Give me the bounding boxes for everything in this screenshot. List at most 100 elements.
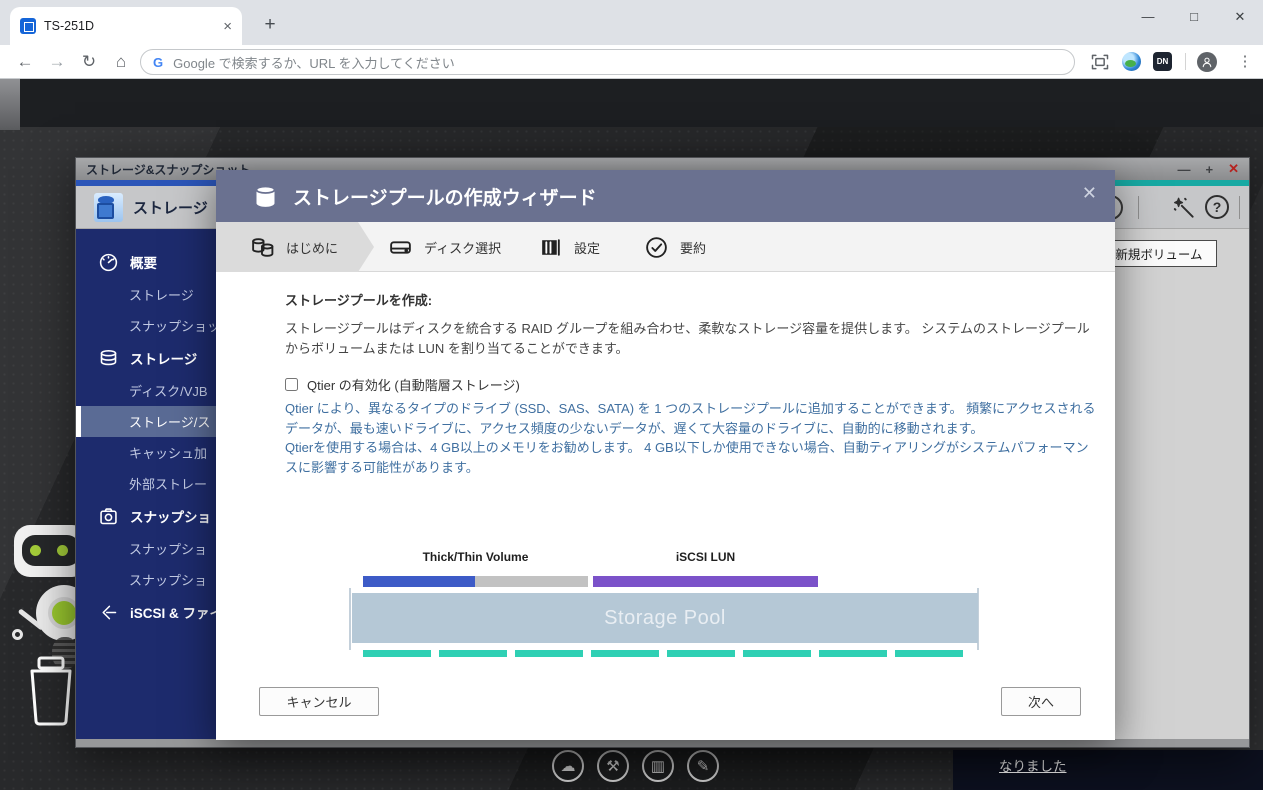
browser-window-controls: — □ ✕ [1125, 0, 1263, 38]
desktop-dock: ☁ ⚒ ▥ ✎ [552, 750, 719, 782]
sidebar-item-snapshots-2[interactable]: スナップショ [76, 564, 221, 595]
tab-close-icon[interactable]: × [223, 18, 232, 35]
reload-icon[interactable]: ↻ [74, 45, 104, 78]
sidebar-label: スナップショ [129, 539, 207, 558]
sidebar-label: iSCSI & ファイ [130, 602, 221, 622]
disk-segment [439, 650, 507, 657]
sidebar-label: 概要 [130, 252, 157, 272]
sidebar-section-snapshots[interactable]: スナップショ [76, 499, 221, 533]
volume-bar-free [475, 576, 588, 587]
step-label: 要約 [680, 238, 706, 257]
lun-diagram-label: iSCSI LUN [593, 550, 818, 564]
sidebar-label: キャッシュ加 [129, 443, 207, 462]
notes-icon[interactable]: ✎ [687, 750, 719, 782]
step-label: ディスク選択 [424, 238, 501, 257]
notification-toast[interactable]: なりました [953, 750, 1263, 790]
new-volume-button[interactable]: 新規ボリューム [1101, 240, 1217, 267]
volume-diagram-label: Thick/Thin Volume [363, 550, 588, 564]
browser-profile-avatar[interactable] [1197, 52, 1217, 72]
browser-addressbar: ← → ↻ ⌂ G Google で検索するか、URL を入力してください DN… [0, 45, 1263, 79]
forward-icon[interactable]: → [42, 45, 72, 78]
url-input[interactable]: G Google で検索するか、URL を入力してください [140, 49, 1075, 75]
qtier-description: Qtier により、異なるタイプのドライブ (SSD、SAS、SATA) を 1… [285, 399, 1099, 477]
qtier-checkbox[interactable] [285, 378, 298, 391]
sidebar-section-iscsi[interactable]: iSCSI & ファイ [76, 595, 221, 629]
hybrid-cloud-icon[interactable]: ☁ [552, 750, 584, 782]
dialog-header: ストレージプールの作成ウィザード ✕ [216, 170, 1115, 222]
browser-tab[interactable]: TS-251D × [10, 7, 242, 45]
disk-segment [667, 650, 735, 657]
cylinders-icon [250, 235, 275, 260]
storage-pool-box: Storage Pool [352, 593, 978, 643]
sidebar-label: ストレージ [130, 348, 197, 368]
storage-pool-label: Storage Pool [604, 607, 726, 630]
window-close-button[interactable]: ✕ [1217, 0, 1263, 38]
sidebar-item-storage-overview[interactable]: ストレージ [76, 279, 221, 310]
drive-icon [388, 235, 413, 260]
pool-bracket-left [349, 588, 351, 650]
tools-icon[interactable]: ⚒ [597, 750, 629, 782]
app-maximize-button[interactable]: + [1206, 162, 1214, 177]
sidebar-section-storage[interactable]: ストレージ [76, 341, 221, 375]
home-icon[interactable]: ⌂ [106, 45, 136, 78]
next-button[interactable]: 次へ [1001, 687, 1081, 716]
disk-segments [363, 650, 963, 657]
screen: TS-251D × + — □ ✕ ← → ↻ ⌂ G Google で検索する… [0, 0, 1263, 790]
sidebar-item-storage-snapshots[interactable]: ストレージ/ス [76, 406, 221, 437]
background-window-fragment [0, 79, 20, 130]
configure-icon [538, 235, 563, 260]
divider [1185, 53, 1186, 70]
step-disk-selection: ディスク選択 [388, 222, 501, 272]
iscsi-icon [98, 602, 119, 623]
url-placeholder: Google で検索するか、URL を入力してください [173, 53, 455, 72]
sidebar-item-snapshots-1[interactable]: スナップショ [76, 533, 221, 564]
sidebar-label: ディスク/VJB [129, 381, 208, 400]
check-circle-icon [644, 235, 669, 260]
new-tab-button[interactable]: + [256, 11, 284, 39]
disk-segment [895, 650, 963, 657]
gauge-icon [98, 252, 119, 273]
sidebar-label: ストレージ [129, 285, 194, 304]
app-header-title: ストレージ [133, 197, 208, 218]
step-summary: 要約 [644, 222, 706, 272]
browser-menu-icon[interactable]: ⋮ [1230, 45, 1260, 78]
sidebar-item-disks-vjbod[interactable]: ディスク/VJB [76, 375, 221, 406]
divider [1138, 196, 1139, 219]
window-maximize-button[interactable]: □ [1171, 0, 1217, 38]
snapshot-icon [98, 506, 119, 527]
disk-segment [363, 650, 431, 657]
window-footer [76, 739, 1249, 747]
sidebar-item-snapshot-overview[interactable]: スナップショッ [76, 310, 221, 341]
wizard-wand-icon[interactable] [1171, 195, 1197, 221]
person-icon [1200, 55, 1214, 69]
lun-bar [593, 576, 818, 587]
dialog-close-icon[interactable]: ✕ [1082, 183, 1097, 204]
help-icon[interactable]: ? [1205, 195, 1229, 219]
sidebar-label: スナップショ [129, 570, 207, 589]
sidebar: 概要 ストレージ スナップショッ ストレージ ディスク/VJB ストレージ/ス … [76, 229, 221, 741]
browser-tabstrip: TS-251D × + — □ ✕ [0, 0, 1263, 45]
app-minimize-button[interactable]: — [1178, 162, 1191, 177]
sidebar-label: 外部ストレー [129, 474, 207, 493]
library-icon[interactable]: ▥ [642, 750, 674, 782]
notification-text[interactable]: なりました [999, 755, 1067, 775]
screenshot-frame-icon[interactable] [1090, 52, 1110, 72]
browser-extension-globe-icon[interactable] [1122, 52, 1141, 71]
sidebar-item-cache-acceleration[interactable]: キャッシュ加 [76, 437, 221, 468]
sidebar-label: スナップショッ [129, 316, 220, 335]
back-icon[interactable]: ← [10, 45, 40, 78]
wizard-steps-bar: はじめに ディスク選択 設定 要約 [216, 222, 1115, 272]
storage-pool-icon [252, 183, 279, 210]
sidebar-item-external-storage[interactable]: 外部ストレー [76, 468, 221, 499]
cancel-button[interactable]: キャンセル [259, 687, 379, 716]
sidebar-item-overview[interactable]: 概要 [76, 245, 221, 279]
window-minimize-button[interactable]: — [1125, 0, 1171, 38]
step-configure: 設定 [538, 222, 600, 272]
qtier-checkbox-label[interactable]: Qtier の有効化 (自動階層ストレージ) [307, 375, 520, 394]
app-close-button[interactable]: ✕ [1228, 161, 1239, 177]
browser-extension-dn-icon[interactable]: DN [1153, 52, 1172, 71]
divider [1239, 196, 1240, 219]
google-icon: G [153, 55, 163, 70]
dialog-intro-text: ストレージプールはディスクを統合する RAID グループを組み合わせ、柔軟なスト… [285, 319, 1097, 358]
recycle-bin-icon[interactable] [24, 655, 78, 727]
